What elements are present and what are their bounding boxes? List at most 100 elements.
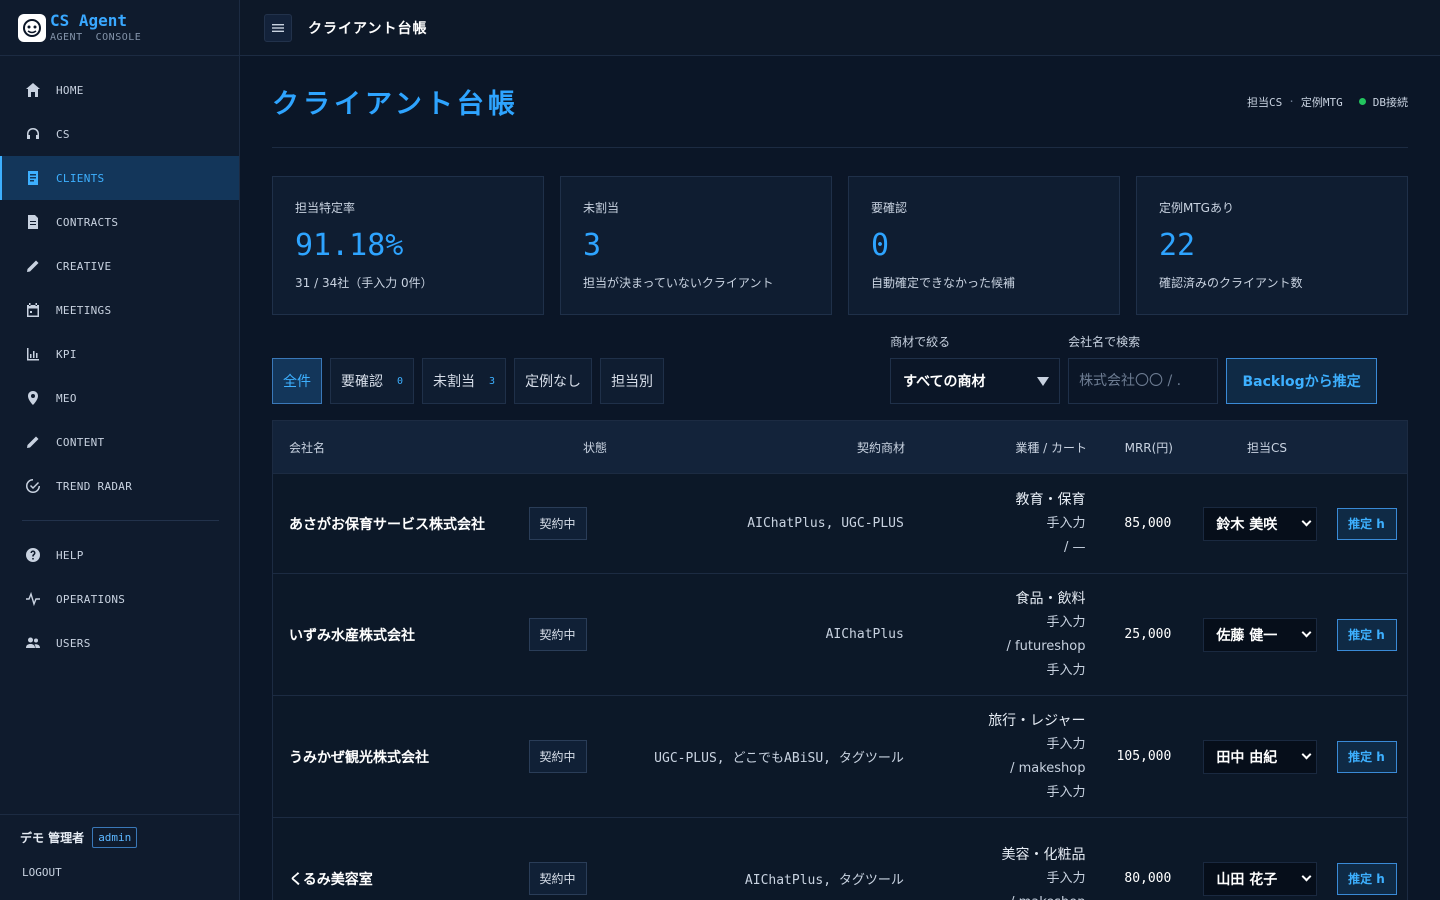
- tab-label: 定例なし: [525, 374, 582, 390]
- topbar: クライアント台帳: [240, 0, 1440, 56]
- stat-note: 担当が決まっていないクライアント: [583, 276, 774, 290]
- page-meta: 担当CS · 定例MTG DB接続: [1247, 94, 1408, 110]
- table-row[interactable]: あさがお保育サービス株式会社 契約中 AIChatPlus, UGC-PLUS …: [273, 473, 1407, 573]
- table-row[interactable]: いずみ水産株式会社 契約中 AIChatPlus 食品・飲料 手入力 / fut…: [273, 573, 1407, 695]
- col-header-product: 契約商材: [856, 440, 905, 455]
- sidebar-item-label: CONTRACTS: [56, 215, 119, 229]
- stat-label: 担当特定率: [295, 201, 356, 215]
- search-filter: 会社名で検索: [1068, 333, 1219, 404]
- product-cell: AIChatPlus: [825, 627, 904, 642]
- search-label: 会社名で検索: [1068, 335, 1141, 349]
- product-select-value: すべての商材: [903, 374, 986, 390]
- cs-owner-select[interactable]: 佐藤 健一: [1203, 617, 1318, 652]
- row-suggest-button[interactable]: 推定 h: [1337, 507, 1398, 540]
- industry-name: 教育・保育: [1015, 491, 1086, 508]
- company-name: あさがお保育サービス株式会社: [289, 516, 485, 533]
- brand-logo-icon: [18, 13, 46, 42]
- sidebar-item-label: KPI: [56, 347, 77, 361]
- product-filter: 商材で絞る すべての商材: [890, 333, 1061, 404]
- cs-owner-select[interactable]: 山田 花子: [1203, 861, 1318, 896]
- product-select[interactable]: すべての商材: [890, 358, 1061, 404]
- sidebar-item-trend-radar[interactable]: TREND RADAR: [0, 464, 239, 508]
- topbar-title: クライアント台帳: [308, 20, 428, 37]
- stat-label: 未割当: [583, 201, 620, 215]
- row-suggest-button[interactable]: 推定 h: [1337, 862, 1398, 895]
- sidebar-item-label: CREATIVE: [56, 259, 112, 273]
- company-search-input[interactable]: [1068, 358, 1219, 404]
- table-header: 会社名 状態 契約商材 業種 / カート MRR(円) 担当CS: [273, 421, 1407, 473]
- sidebar-item-creative[interactable]: CREATIVE: [0, 244, 239, 288]
- company-name: うみかぜ観光株式会社: [289, 749, 429, 766]
- sidebar-item-home[interactable]: HOME: [0, 68, 239, 112]
- meta-separator: ·: [1288, 95, 1295, 108]
- tab-all[interactable]: 全件: [272, 358, 322, 404]
- cs-owner-select[interactable]: 田中 由紀: [1203, 739, 1318, 774]
- backlog-suggest-button[interactable]: Backlogから推定: [1226, 358, 1378, 404]
- chevron-down-icon: [1301, 871, 1312, 882]
- sidebar-item-meetings[interactable]: MEETINGS: [0, 288, 239, 332]
- db-status: DB接続: [1372, 95, 1408, 109]
- brand: CS Agent AGENT CONSOLE: [0, 0, 239, 56]
- table-row[interactable]: くるみ美容室 契約中 AIChatPlus, タグツール 美容・化粧品 手入力 …: [273, 817, 1407, 900]
- tab-count: 0: [397, 375, 404, 387]
- help-icon: [24, 546, 42, 564]
- col-header-name: 会社名: [289, 440, 326, 455]
- industry-cell: 教育・保育 手入力 / —: [904, 488, 1086, 560]
- map-pin-icon: [24, 389, 42, 407]
- sidebar-footer: デモ 管理者 admin LOGOUT: [0, 814, 239, 900]
- mrr-value: 85,000: [1124, 516, 1172, 531]
- stat-note: 自動確定できなかった候補: [871, 276, 1016, 290]
- mrr-value: 80,000: [1124, 871, 1172, 886]
- sidebar-item-clients[interactable]: CLIENTS: [0, 156, 239, 200]
- hamburger-icon: [272, 23, 284, 32]
- stat-note: 31 / 34社（手入力 0件）: [295, 276, 433, 290]
- sidebar-item-kpi[interactable]: KPI: [0, 332, 239, 376]
- clients-table: 会社名 状態 契約商材 業種 / カート MRR(円) 担当CS あさがお保育サ…: [272, 420, 1408, 900]
- sidebar-item-help[interactable]: HELP: [0, 533, 239, 577]
- product-cell: AIChatPlus, UGC-PLUS: [747, 516, 904, 531]
- stat-note: 確認済みのクライアント数: [1159, 276, 1303, 290]
- sidebar-item-users[interactable]: USERS: [0, 621, 239, 665]
- tab-needs-review[interactable]: 要確認 0: [330, 358, 415, 404]
- industry-source: 手入力: [1046, 515, 1086, 531]
- sidebar-item-label: MEETINGS: [56, 303, 112, 317]
- cs-owner-select[interactable]: 鈴木 美咲: [1203, 506, 1318, 541]
- sidebar-item-operations[interactable]: OPERATIONS: [0, 577, 239, 621]
- sidebar-item-content[interactable]: CONTENT: [0, 420, 239, 464]
- cart-name: / —: [1063, 539, 1086, 555]
- sidebar-item-label: HELP: [56, 548, 84, 562]
- sidebar-item-meo[interactable]: MEO: [0, 376, 239, 420]
- row-suggest-button[interactable]: 推定 h: [1337, 740, 1398, 773]
- industry-name: 旅行・レジャー: [988, 712, 1086, 729]
- tab-no-regular-mtg[interactable]: 定例なし: [514, 358, 593, 404]
- stats-row: 担当特定率 91.18% 31 / 34社（手入力 0件） 未割当 3 担当が決…: [272, 176, 1408, 315]
- cart-source: 手入力: [1046, 662, 1086, 678]
- sidebar-item-contracts[interactable]: CONTRACTS: [0, 200, 239, 244]
- user-info: デモ 管理者 admin: [20, 825, 219, 849]
- tab-label: 要確認: [341, 374, 383, 390]
- product-cell: UGC-PLUS, どこでもABiSU, タグツール: [654, 751, 904, 766]
- page-title: クライアント台帳: [272, 89, 519, 120]
- status-badge: 契約中: [528, 618, 587, 651]
- stat-card: 定例MTGあり 22 確認済みのクライアント数: [1136, 176, 1408, 315]
- cart-source: 手入力: [1046, 784, 1086, 800]
- tab-unassigned[interactable]: 未割当 3: [422, 358, 507, 404]
- company-name: いずみ水産株式会社: [289, 627, 415, 644]
- main-area: クライアント台帳 クライアント台帳 担当CS · 定例MTG DB接続 担当特定…: [240, 0, 1440, 900]
- logout-link[interactable]: LOGOUT: [20, 866, 219, 879]
- sidebar-item-label: USERS: [56, 636, 91, 650]
- stat-value: 91.18%: [295, 228, 404, 263]
- tab-by-owner[interactable]: 担当別: [600, 358, 665, 404]
- table-row[interactable]: うみかぜ観光株式会社 契約中 UGC-PLUS, どこでもABiSU, タグツー…: [273, 695, 1407, 817]
- sidebar-item-label: MEO: [56, 391, 77, 405]
- status-badge: 契約中: [528, 740, 587, 773]
- row-suggest-button[interactable]: 推定 h: [1337, 618, 1398, 651]
- filter-bar: 全件 要確認 0 未割当 3 定例なし 担当別 商材で絞る すべての商材 会社名で検…: [272, 335, 1408, 404]
- user-name: デモ 管理者: [20, 830, 85, 845]
- bar-chart-icon: [24, 345, 42, 363]
- role-badge: admin: [92, 826, 138, 848]
- sidebar-item-cs[interactable]: CS: [0, 112, 239, 156]
- menu-toggle-button[interactable]: [264, 13, 292, 42]
- cs-owner-value: 鈴木 美咲: [1216, 516, 1278, 533]
- tab-count: 3: [489, 375, 496, 387]
